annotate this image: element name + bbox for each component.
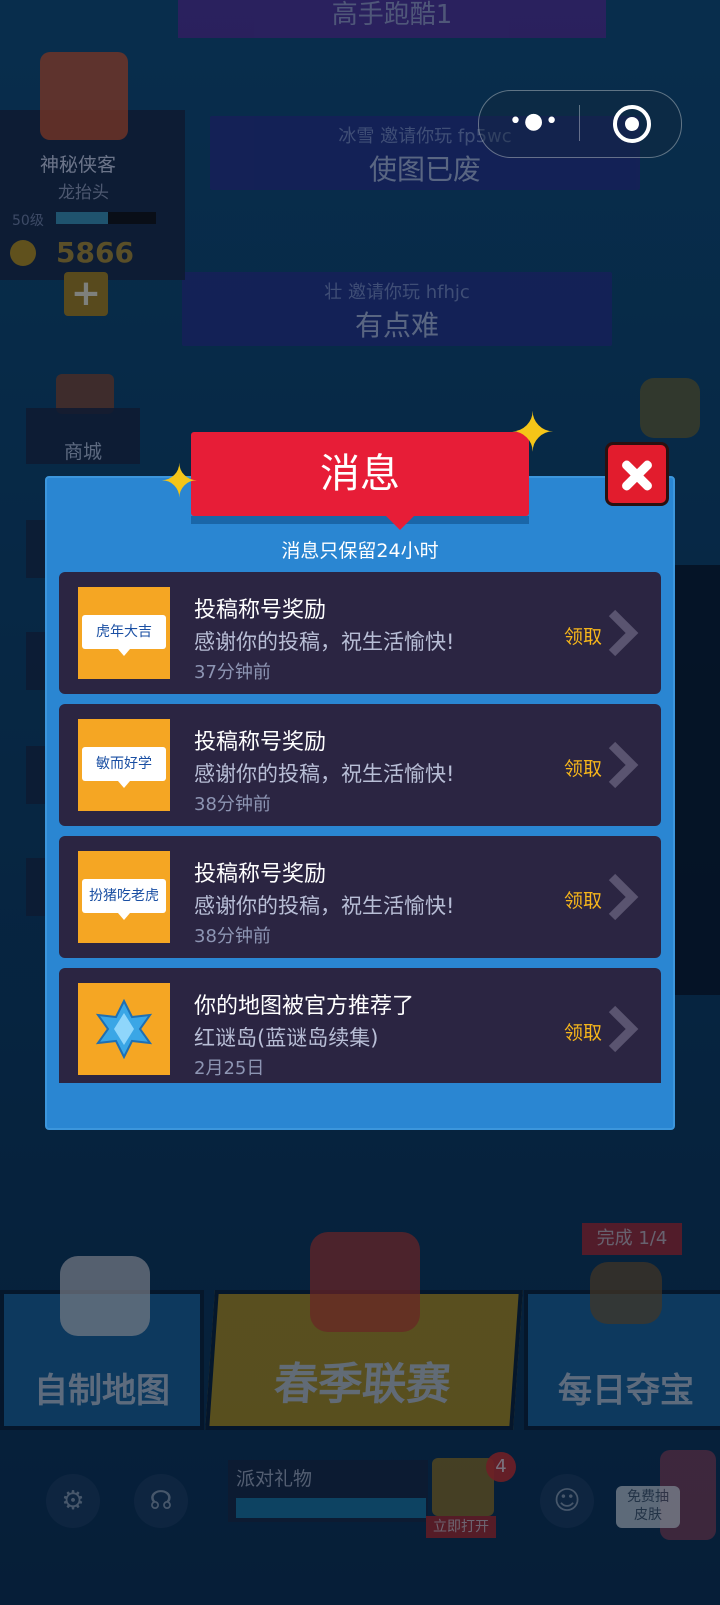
message-time: 38分钟前 (194, 926, 271, 947)
target-circle-icon[interactable] (613, 105, 651, 143)
title-reward-thumbnail: 扮猪吃老虎 (78, 851, 170, 943)
map-thumbnail (78, 983, 170, 1075)
claim-button[interactable]: 领取 (564, 622, 602, 649)
title-tag: 虎年大吉 (82, 615, 166, 656)
close-button[interactable] (605, 442, 669, 506)
dialog-title: 消息 (191, 432, 529, 516)
message-time: 2月25日 (194, 1058, 265, 1079)
message-title: 投稿称号奖励 (194, 862, 327, 887)
message-item[interactable]: 虎年大吉 投稿称号奖励 感谢你的投稿，祝生活愉快! 37分钟前 领取 (59, 572, 661, 694)
claim-button[interactable]: 领取 (564, 1018, 602, 1045)
chevron-right-icon[interactable] (604, 872, 640, 922)
message-desc: 感谢你的投稿，祝生活愉快! (194, 630, 455, 654)
header-shadow (191, 516, 529, 524)
blue-snowflake-gem-icon (95, 999, 153, 1059)
header-tail (386, 516, 414, 530)
retention-notice: 消息只保留24小时 (281, 540, 439, 562)
title-tag: 扮猪吃老虎 (82, 879, 166, 920)
sparkle-star-icon: ✦ (510, 401, 556, 464)
message-desc: 红谜岛(蓝谜岛续集) (194, 1026, 379, 1050)
claim-button[interactable]: 领取 (564, 886, 602, 913)
message-desc: 感谢你的投稿，祝生活愉快! (194, 762, 455, 786)
message-item[interactable]: 扮猪吃老虎 投稿称号奖励 感谢你的投稿，祝生活愉快! 38分钟前 领取 (59, 836, 661, 958)
wechat-capsule: •●• (478, 90, 682, 158)
message-title: 投稿称号奖励 (194, 730, 327, 755)
more-dots-icon[interactable]: •●• (509, 109, 560, 134)
capsule-divider (579, 105, 580, 141)
title-tag: 敏而好学 (82, 747, 166, 788)
chevron-right-icon[interactable] (604, 1004, 640, 1054)
message-item[interactable]: 敏而好学 投稿称号奖励 感谢你的投稿，祝生活愉快! 38分钟前 领取 (59, 704, 661, 826)
sparkle-star-icon: ✦ (160, 454, 199, 508)
message-item[interactable]: 你的地图被官方推荐了 红谜岛(蓝谜岛续集) 2月25日 领取 (59, 968, 661, 1083)
title-reward-thumbnail: 虎年大吉 (78, 587, 170, 679)
message-time: 38分钟前 (194, 794, 271, 815)
chevron-right-icon[interactable] (604, 740, 640, 790)
message-title: 投稿称号奖励 (194, 598, 327, 623)
message-desc: 感谢你的投稿，祝生活愉快! (194, 894, 455, 918)
message-list[interactable]: 虎年大吉 投稿称号奖励 感谢你的投稿，祝生活愉快! 37分钟前 领取 敏而好学 … (59, 572, 661, 1083)
chevron-right-icon[interactable] (604, 608, 640, 658)
message-time: 37分钟前 (194, 662, 271, 683)
claim-button[interactable]: 领取 (564, 754, 602, 781)
title-reward-thumbnail: 敏而好学 (78, 719, 170, 811)
message-title: 你的地图被官方推荐了 (194, 994, 415, 1019)
